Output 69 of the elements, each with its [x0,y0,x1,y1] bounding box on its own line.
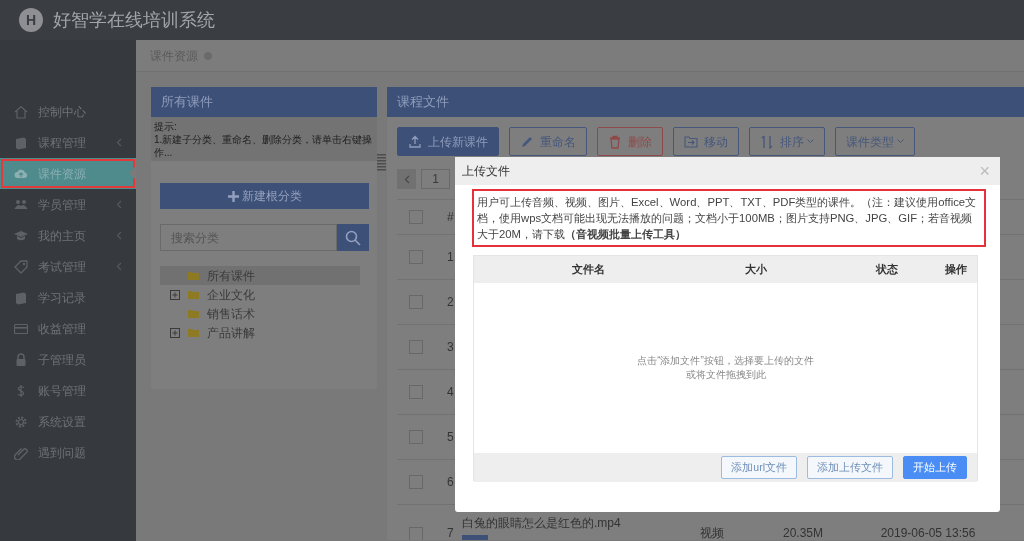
folder-icon [188,328,199,337]
search-button[interactable] [337,224,369,251]
column-header: # [447,209,454,226]
trash-icon [608,134,622,149]
row-number: 5 [446,429,455,446]
search-icon [345,229,361,246]
previous-page-button[interactable] [397,169,416,189]
upload-button[interactable]: 上传新课件 [397,127,499,156]
empty-hint: 点击“添加文件”按钮，选择要上传的文件 [637,354,814,368]
pencil-icon [520,134,534,149]
folder-icon [188,271,199,280]
add-file-button[interactable]: 添加url文件 [721,456,797,479]
panel-title: 课程文件 [397,93,449,112]
start-upload-button[interactable]: 开始上传 [903,456,967,479]
column-header: 文件名 [572,262,606,278]
sort-icon [760,134,774,149]
empty-hint: 或将文件拖拽到此 [685,368,766,382]
folder-icon [188,309,199,318]
app-title: 好智学在线培训系统 [53,8,215,32]
users-icon [14,197,28,212]
book-icon [14,135,28,150]
row-number: 6 [446,474,455,491]
table-cell-text: 2019-06-05 13:56 [879,525,977,540]
column-header: 操作 [944,262,967,278]
chevron-left-icon [116,200,122,209]
new-category-button[interactable]: 新建根分类 [160,183,369,209]
folder-arrow-icon [684,134,698,149]
chevron-left-icon [403,174,410,184]
graduation-cap-icon [14,228,28,243]
tree-item[interactable]: 产品讲解 [160,323,369,342]
expand-icon[interactable] [170,327,180,338]
row-number: 2 [446,294,455,311]
tree-item[interactable]: 销售话术 [160,304,369,323]
chevron-left-icon [116,231,122,240]
grip-icon[interactable] [377,154,386,172]
tag-icon [14,259,28,274]
chevron-left-icon [116,262,122,271]
gear-icon [14,414,28,429]
hint-text: 1.新建子分类、重命名、删除分类，请单击右键操作... [154,133,374,159]
upload-icon [408,134,422,149]
row-number: 1 [446,249,455,266]
upload-notice: 用户可上传音频、视频、图片、Excel、Word、PPT、TXT、PDF类型的课件。（注：建议使用office文档，使用wps文档可能出现无法播放的问题；文档小于100MB；图片支持PNG、JPG、GIF；若音视频大于20M，请下载（音视频批量上传工具） [472,189,986,247]
add-file-button[interactable]: 添加上传文件 [807,456,893,479]
panel-title: 所有课件 [161,93,213,112]
logo-icon: H [19,8,43,32]
lock-icon [14,352,28,367]
row-number: 7 [446,525,455,540]
table-cell-text: 视频 [699,525,725,540]
row-number: 3 [446,339,455,356]
folder-icon [188,290,199,299]
row-number: 4 [446,384,455,401]
pointer-notch [129,166,136,180]
column-header: 大小 [745,262,768,278]
close-button[interactable]: × [979,157,990,185]
dialog-title: 上传文件 [462,163,510,180]
plus-icon [227,190,239,202]
book-icon [14,290,28,305]
table-cell-text: 20.35M [782,525,824,540]
page-number[interactable]: 1 [421,169,450,189]
caret-icon [807,139,814,144]
tree-item[interactable]: 企业文化 [160,285,369,304]
paperclip-icon [14,445,28,460]
expand-icon[interactable] [170,289,180,300]
home-icon [14,104,28,119]
chevron-left-icon [116,138,122,147]
hint-text: 提示: [154,120,178,133]
column-header: 状态 [876,262,898,278]
credit-card-icon [14,321,28,336]
caret-icon [897,139,904,144]
